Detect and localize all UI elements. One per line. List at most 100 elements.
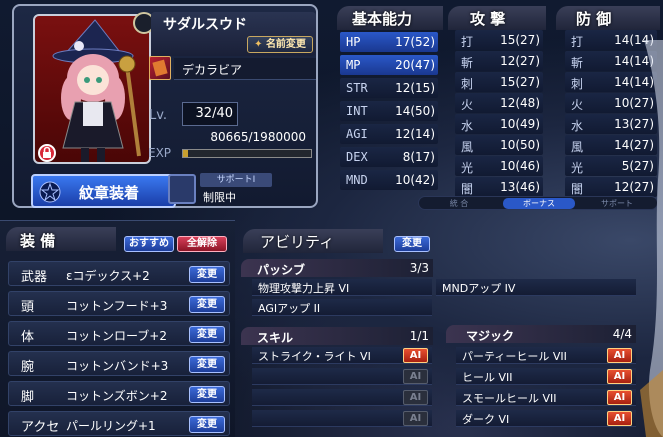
skill-slot[interactable]: AI <box>252 389 432 406</box>
attack-stat-value: 10(49) <box>500 117 540 131</box>
equipment-change-button[interactable]: 変更 <box>189 416 225 433</box>
filter-tab-support-label: サポート <box>601 199 633 208</box>
attack-stat-label: 斬 <box>461 56 474 70</box>
support-label: サポートⅠ <box>216 175 256 185</box>
class-icon <box>149 56 171 80</box>
basic-stat-label: AGI <box>346 127 368 141</box>
name-bar: サダルスウド ✦ 名前変更 <box>151 12 316 56</box>
exp-label: EXP <box>148 146 172 160</box>
abilities-change-button[interactable]: 変更 <box>394 236 430 252</box>
attack-stat-label: 闇 <box>461 182 474 196</box>
equipment-change-button[interactable]: 変更 <box>189 386 225 403</box>
passive-header: パッシブ 3/3 <box>241 259 433 277</box>
equipment-change-button[interactable]: 変更 <box>189 356 225 373</box>
emblem-equip-button[interactable]: 紋章装着 <box>31 174 176 208</box>
magic-slot[interactable]: スモールヒール VII AI <box>456 389 636 406</box>
magic-name: ダーク VI <box>462 413 510 426</box>
attack-stat-value: 10(46) <box>500 159 540 173</box>
magic-slot[interactable]: ダーク VI AI <box>456 410 636 427</box>
filter-tab-combined[interactable]: 統 合 <box>423 198 495 209</box>
skill-slot[interactable]: AI <box>252 368 432 385</box>
passive-title: パッシブ <box>257 263 306 277</box>
equipment-change-button[interactable]: 変更 <box>189 326 225 343</box>
basic-stat-value: 17(52) <box>395 35 435 49</box>
filter-tab-bonus[interactable]: ボーナス <box>503 198 575 209</box>
defense-stat-label: 水 <box>571 119 584 133</box>
passive-item-label: 物理攻撃力上昇 VI <box>258 282 350 295</box>
magic-name: ヒール VII <box>462 371 513 384</box>
skill-slot[interactable]: AI <box>252 410 432 427</box>
skill-header: スキル 1/1 <box>241 327 433 345</box>
basic-stat-label: HP <box>346 35 361 49</box>
ai-toggle[interactable]: AI <box>607 411 632 426</box>
clear-all-button[interactable]: 全解除 <box>177 236 227 252</box>
equipment-item: コットンズボン+2 <box>66 389 168 403</box>
basic-stat-label: MND <box>346 173 368 187</box>
ai-toggle[interactable]: AI <box>607 348 632 363</box>
magic-slot[interactable]: ヒール VII AI <box>456 368 636 385</box>
basic-stat-label: MP <box>346 58 361 72</box>
magic-title: マジック <box>466 329 515 343</box>
defense-stat-label: 風 <box>571 140 584 154</box>
passive-item[interactable]: AGIアップ II <box>252 299 432 316</box>
equipment-title: 装 備 <box>20 232 56 250</box>
level-label: Lv. <box>149 108 168 123</box>
attack-stat-row: 光 10(46) <box>455 156 543 176</box>
equipment-slot: 武器 <box>21 270 48 285</box>
abilities-change-label: 変更 <box>402 238 422 249</box>
filter-tabs: 統 合 ボーナス サポート <box>418 196 658 210</box>
clear-all-label: 全解除 <box>187 238 217 249</box>
emblem-icon <box>39 181 61 203</box>
equipment-slot: 腕 <box>21 360 35 375</box>
attack-stat-row: 打 15(27) <box>455 30 543 50</box>
background-character-silhouette <box>640 40 663 437</box>
passive-item[interactable]: 物理攻撃力上昇 VI <box>252 279 432 296</box>
ai-toggle[interactable]: AI <box>607 369 632 384</box>
skill-slot[interactable]: ストライク・ライト VI AI <box>252 347 432 364</box>
equipment-slot: 脚 <box>21 390 35 405</box>
defense-stat-label: 斬 <box>571 56 584 70</box>
attack-stat-value: 15(27) <box>500 33 540 47</box>
passive-item[interactable]: MNDアップ IV <box>436 279 636 296</box>
magic-slot[interactable]: パーティーヒール VII AI <box>456 347 636 364</box>
attack-stat-row: 水 10(49) <box>455 114 543 134</box>
equipment-change-button[interactable]: 変更 <box>189 296 225 313</box>
equipment-item: コットンローブ+2 <box>66 329 167 343</box>
rename-button[interactable]: ✦ 名前変更 <box>247 36 313 53</box>
support-slot[interactable] <box>168 174 196 204</box>
ai-toggle[interactable]: AI <box>607 390 632 405</box>
equipment-row: アクセ パールリング+1 変更 <box>8 411 230 436</box>
attack-stat-label: 打 <box>461 35 474 49</box>
recommend-button[interactable]: おすすめ <box>124 236 174 252</box>
basic-stat-value: 12(15) <box>395 81 435 95</box>
rename-label: 名前変更 <box>265 39 306 50</box>
class-bar: デカラビア <box>174 58 316 80</box>
lock-icon[interactable] <box>38 144 56 162</box>
ai-toggle[interactable]: AI <box>403 390 428 405</box>
ai-toggle[interactable]: AI <box>403 411 428 426</box>
attack-stat-value: 12(27) <box>500 54 540 68</box>
exp-bar <box>182 149 312 158</box>
exp-value: 80665/1980000 <box>210 130 306 144</box>
basic-stat-label: STR <box>346 81 368 95</box>
attack-stat-label: 火 <box>461 98 474 112</box>
attack-stat-value: 12(48) <box>500 96 540 110</box>
abilities-title: アビリティ <box>260 233 335 251</box>
character-portrait <box>33 14 151 164</box>
equipment-row: 腕 コットンバンド+3 変更 <box>8 351 230 376</box>
basic-stat-row: STR 12(15) <box>340 78 438 98</box>
ai-toggle[interactable]: AI <box>403 348 428 363</box>
defense-stat-label: 刺 <box>571 77 584 91</box>
attack-stat-label: 水 <box>461 119 474 133</box>
ai-toggle[interactable]: AI <box>403 369 428 384</box>
equipment-change-button[interactable]: 変更 <box>189 266 225 283</box>
level-value: 32/40 <box>195 106 233 121</box>
magic-header: マジック 4/4 <box>446 325 636 343</box>
filter-tab-combined-label: 統 合 <box>449 199 469 208</box>
equipment-item: パールリング+1 <box>66 419 156 433</box>
attack-stat-row: 風 10(50) <box>455 135 543 155</box>
limit-label: 制限中 <box>203 191 236 204</box>
equipment-row: 脚 コットンズボン+2 変更 <box>8 381 230 406</box>
equipment-item: コットンバンド+3 <box>66 359 169 373</box>
defense-stat-label: 火 <box>571 98 584 112</box>
